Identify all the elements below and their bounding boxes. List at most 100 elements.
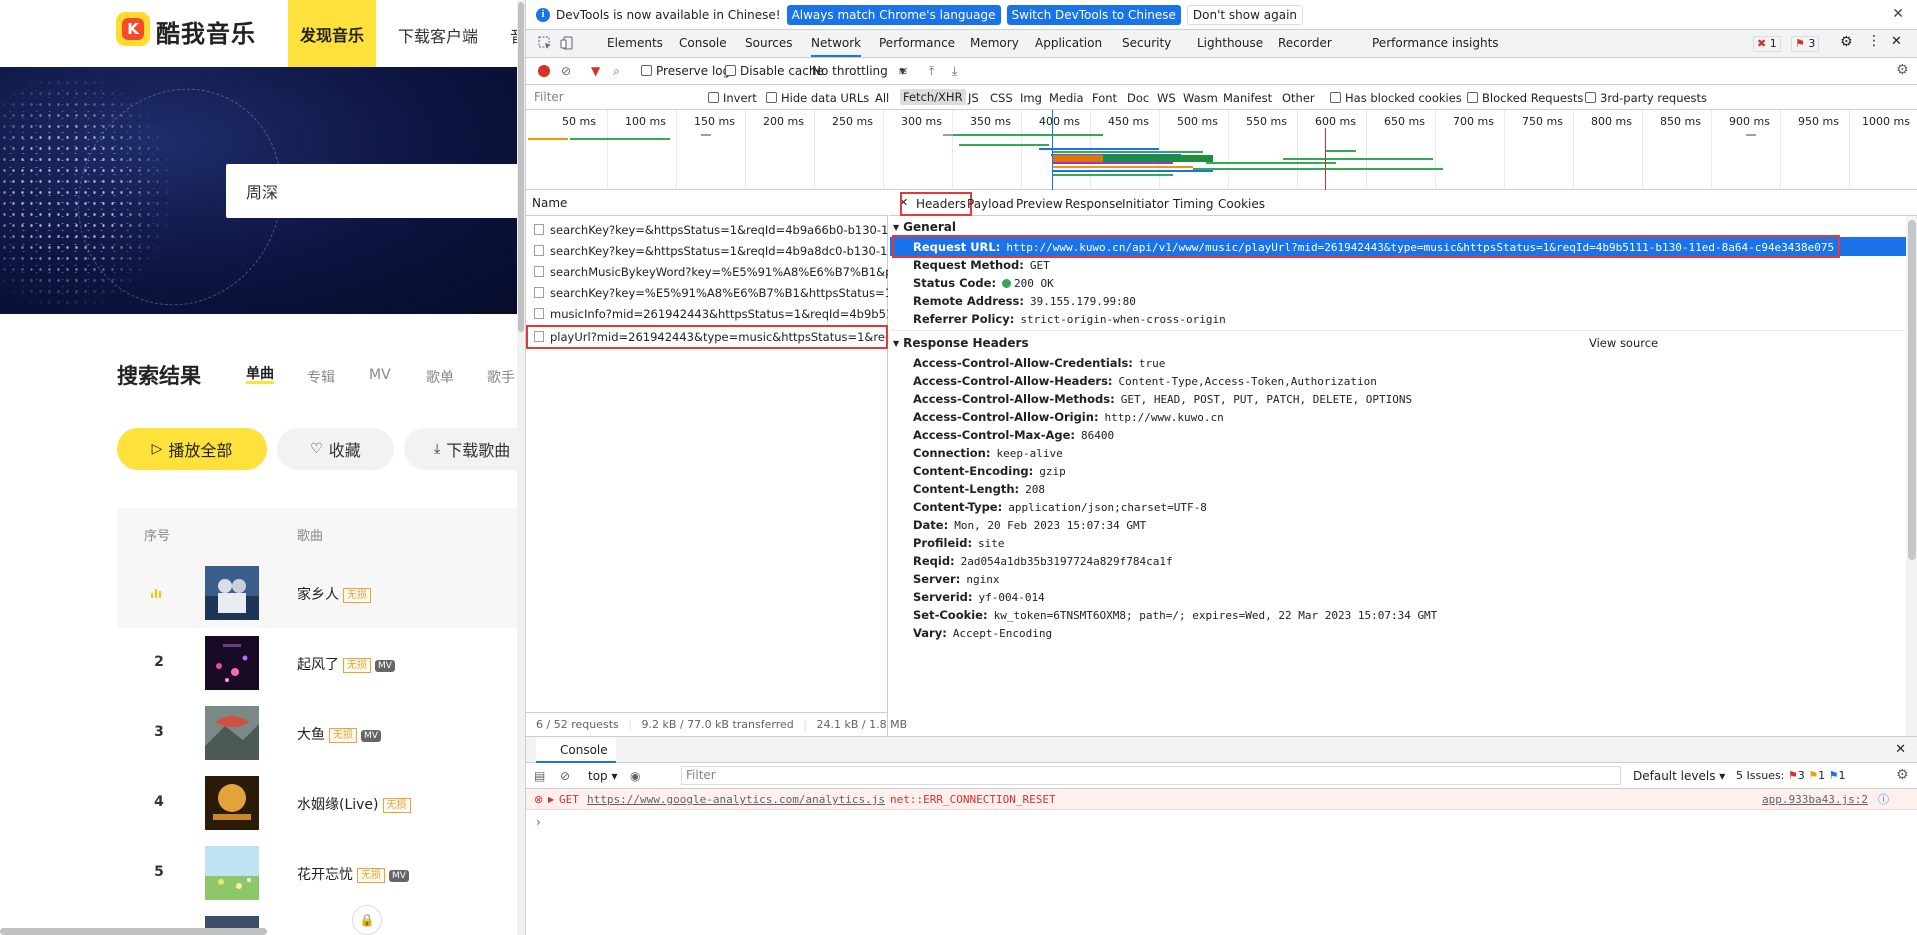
live-expression-eye-icon[interactable]: ◉ bbox=[630, 769, 640, 783]
network-overview-timeline[interactable]: 50 ms 100 ms 150 ms 200 ms 250 ms 300 ms… bbox=[526, 110, 1917, 190]
preserve-log-checkbox[interactable]: Preserve log bbox=[641, 64, 730, 78]
issues-counter[interactable]: 5 Issues: ⚑3 ⚑1 ⚑1 bbox=[1736, 769, 1846, 782]
switch-chinese-button[interactable]: Switch DevTools to Chinese bbox=[1006, 4, 1181, 25]
request-row[interactable]: musicInfo?mid=261942443&httpsStatus=1&re… bbox=[526, 304, 888, 325]
tab-performance[interactable]: Performance bbox=[879, 36, 955, 50]
tab-payload[interactable]: Payload bbox=[967, 197, 1014, 211]
hide-data-urls-checkbox[interactable]: Hide data URLs bbox=[766, 91, 869, 105]
search-input[interactable]: 周深 bbox=[226, 164, 525, 218]
network-conditions-icon[interactable]: ≋ bbox=[898, 64, 908, 78]
tab-elements[interactable]: Elements bbox=[607, 36, 663, 50]
disable-cache-checkbox[interactable]: Disable cache bbox=[725, 64, 824, 78]
view-source-link[interactable]: View source bbox=[1589, 336, 1658, 350]
result-tab-songs[interactable]: 单曲 bbox=[246, 367, 274, 384]
filter-type-media[interactable]: Media bbox=[1049, 91, 1084, 105]
tab-recorder[interactable]: Recorder bbox=[1278, 36, 1332, 50]
mv-badge[interactable]: MV bbox=[361, 730, 381, 742]
error-count-badge[interactable]: ✖ 1 bbox=[1753, 36, 1781, 52]
filter-type-font[interactable]: Font bbox=[1092, 91, 1117, 105]
song-row[interactable]: 4 水姻缘(Live) 无损 bbox=[117, 768, 525, 838]
expand-arrow-icon[interactable]: ▶ bbox=[548, 789, 554, 810]
album-cover[interactable] bbox=[205, 846, 259, 900]
lock-icon[interactable]: 🔒 bbox=[352, 905, 382, 935]
tab-memory[interactable]: Memory bbox=[970, 36, 1019, 50]
filter-type-other[interactable]: Other bbox=[1282, 91, 1315, 105]
result-tab-mv[interactable]: MV bbox=[369, 367, 391, 383]
nav-download-client[interactable]: 下载客户端 bbox=[398, 23, 478, 47]
song-row[interactable]: 5 花开忘忧 无损 MV bbox=[117, 838, 525, 908]
tab-security[interactable]: Security bbox=[1122, 36, 1171, 50]
album-cover[interactable] bbox=[205, 706, 259, 760]
tab-headers[interactable]: Headers bbox=[916, 197, 966, 211]
filter-type-js[interactable]: JS bbox=[968, 91, 979, 105]
context-select[interactable]: top ▾ bbox=[588, 769, 618, 783]
tab-cookies[interactable]: Cookies bbox=[1218, 197, 1265, 211]
warning-count-badge[interactable]: ⚑ 3 bbox=[1791, 36, 1820, 52]
song-title[interactable]: 家乡人 无损 bbox=[297, 584, 371, 604]
close-drawer-icon[interactable]: ✕ bbox=[1895, 742, 1906, 757]
error-url-link[interactable]: https://www.google-analytics.com/analyti… bbox=[587, 789, 885, 810]
infobar-close-icon[interactable]: ✕ bbox=[1892, 6, 1904, 22]
network-filter-input[interactable]: Filter bbox=[532, 88, 696, 106]
general-section-header[interactable]: ▼ General bbox=[893, 220, 956, 234]
tab-application[interactable]: Application bbox=[1035, 36, 1102, 50]
song-title[interactable]: 水姻缘(Live) 无损 bbox=[297, 794, 411, 814]
response-headers-section-header[interactable]: ▼ Response Headers bbox=[893, 336, 1029, 350]
device-toolbar-icon[interactable] bbox=[560, 36, 574, 50]
drawer-tab-console[interactable]: Console bbox=[536, 737, 616, 763]
filter-type-fetch-xhr[interactable]: Fetch/XHR bbox=[900, 89, 966, 105]
filter-type-ws[interactable]: WS bbox=[1157, 91, 1176, 105]
song-title[interactable]: 花开忘忧 无损 MV bbox=[297, 864, 409, 884]
song-row[interactable]: 家乡人 无损 bbox=[117, 558, 525, 628]
tab-preview[interactable]: Preview bbox=[1016, 197, 1063, 211]
detail-vertical-scrollbar[interactable] bbox=[1906, 216, 1917, 736]
close-devtools-icon[interactable]: ✕ bbox=[1891, 34, 1902, 49]
console-sidebar-icon[interactable]: ▤ bbox=[534, 769, 545, 783]
tab-sources[interactable]: Sources bbox=[745, 36, 792, 50]
song-title[interactable]: 起风了 无损 MV bbox=[297, 654, 395, 674]
song-row[interactable]: 3 大鱼 无损 MV bbox=[117, 698, 525, 768]
tab-lighthouse[interactable]: Lighthouse bbox=[1197, 36, 1263, 50]
record-icon[interactable] bbox=[538, 65, 550, 77]
inspect-element-icon[interactable] bbox=[538, 36, 552, 50]
column-name-header[interactable]: Name bbox=[526, 190, 888, 216]
mv-badge[interactable]: MV bbox=[375, 660, 395, 672]
error-help-icon[interactable]: ⓘ bbox=[1878, 789, 1889, 810]
detail-scroll-thumb[interactable] bbox=[1908, 220, 1916, 560]
kuwo-logo-icon[interactable]: K bbox=[116, 12, 150, 46]
result-tab-playlists[interactable]: 歌单 bbox=[426, 367, 454, 387]
filter-type-wasm[interactable]: Wasm bbox=[1183, 91, 1218, 105]
tab-console[interactable]: Console bbox=[679, 36, 727, 50]
filter-type-all[interactable]: All bbox=[875, 91, 889, 105]
page-scroll-thumb[interactable] bbox=[518, 2, 524, 332]
request-row-selected[interactable]: playUrl?mid=261942443&type=music&httpsSt… bbox=[526, 325, 888, 349]
mv-badge[interactable]: MV bbox=[389, 870, 409, 882]
song-row[interactable]: 2 起风了 无损 MV bbox=[117, 628, 525, 698]
clear-console-icon[interactable]: ⊘ bbox=[560, 769, 570, 783]
console-error-message[interactable]: ⊗ ▶ GET https://www.google-analytics.com… bbox=[526, 789, 1917, 810]
request-row[interactable]: searchMusicBykeyWord?key=%E5%91%A8%E6%B7… bbox=[526, 262, 888, 283]
third-party-requests-checkbox[interactable]: 3rd-party requests bbox=[1585, 91, 1707, 105]
throttling-select[interactable]: No throttling ▾ bbox=[812, 64, 906, 78]
filter-type-doc[interactable]: Doc bbox=[1127, 91, 1149, 105]
dont-show-again-button[interactable]: Don't show again bbox=[1186, 4, 1304, 25]
play-all-button[interactable]: ▷ 播放全部 bbox=[117, 428, 267, 470]
song-title[interactable]: 大鱼 无损 MV bbox=[297, 724, 381, 744]
request-row[interactable]: searchKey?key=&httpsStatus=1&reqId=4b9a6… bbox=[526, 220, 888, 241]
settings-gear-icon[interactable]: ⚙ bbox=[1840, 34, 1853, 50]
site-logo-text[interactable]: 酷我音乐 bbox=[156, 14, 256, 49]
has-blocked-cookies-checkbox[interactable]: Has blocked cookies bbox=[1330, 91, 1462, 105]
request-row[interactable]: searchKey?key=&httpsStatus=1&reqId=4b9a8… bbox=[526, 241, 888, 262]
favorite-button[interactable]: ♡ 收藏 bbox=[277, 428, 394, 470]
search-icon[interactable]: ⌕ bbox=[613, 64, 620, 79]
tab-performance-insights[interactable]: Performance insights bbox=[1372, 36, 1499, 50]
page-vertical-scrollbar[interactable] bbox=[517, 0, 525, 935]
nav-discover-music[interactable]: 发现音乐 bbox=[288, 0, 376, 67]
log-levels-select[interactable]: Default levels ▾ bbox=[1633, 769, 1725, 783]
console-prompt-icon[interactable]: › bbox=[536, 815, 541, 829]
filter-type-css[interactable]: CSS bbox=[990, 91, 1013, 105]
tab-network[interactable]: Network bbox=[811, 36, 862, 57]
console-filter-input[interactable]: Filter bbox=[681, 766, 1621, 785]
request-row[interactable]: searchKey?key=%E5%91%A8%E6%B7%B1&httpsSt… bbox=[526, 283, 888, 304]
clear-icon[interactable]: ⊘ bbox=[561, 64, 571, 78]
